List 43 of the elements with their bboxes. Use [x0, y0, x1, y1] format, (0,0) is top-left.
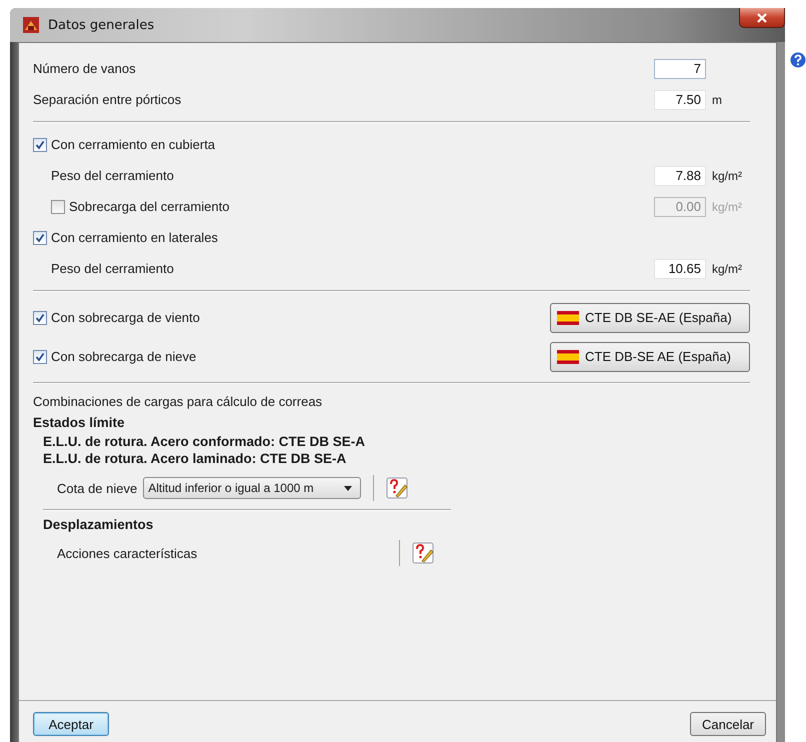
- field-label: Número de vanos: [33, 61, 137, 76]
- window-title: Datos generales: [48, 18, 154, 32]
- unit-label: kg/m²: [711, 262, 743, 276]
- edit-icon[interactable]: [412, 542, 434, 564]
- checkbox[interactable]: [33, 350, 47, 364]
- combination-line: E.L.U. de rotura. Acero conformado: CTE DB SE-A: [42, 433, 366, 450]
- field-label: Separación entre pórticos: [33, 92, 182, 107]
- number-field[interactable]: 7.88: [654, 166, 706, 186]
- unit-label: kg/m²: [711, 200, 743, 214]
- select-label: Cota de nieve: [57, 480, 138, 496]
- app-icon: [22, 16, 40, 34]
- flag-icon: [557, 310, 579, 324]
- section-heading: Estados límite: [33, 415, 126, 430]
- number-field[interactable]: 7.50: [654, 90, 706, 110]
- combination-line: E.L.U. de rotura. Acero laminado: CTE DB SE-A: [42, 450, 348, 467]
- section-caption: Combinaciones de cargas para cálculo de correas: [33, 394, 324, 409]
- checkbox-label: Con cerramiento en cubierta: [51, 137, 216, 152]
- cancel-button[interactable]: Cancelar: [690, 712, 766, 736]
- checkbox[interactable]: [33, 138, 47, 152]
- item-label: Acciones características: [57, 546, 198, 560]
- close-button[interactable]: [739, 8, 785, 28]
- caret-icon: [344, 486, 352, 490]
- altitude-dropdown[interactable]: Altitud inferior o igual a 1000 m: [143, 477, 362, 499]
- standard-button[interactable]: CTE DB-SE AE (España): [550, 342, 750, 372]
- help-icon[interactable]: [790, 52, 806, 68]
- number-field[interactable]: 10.65: [654, 258, 706, 278]
- close-icon: [756, 12, 768, 22]
- number-field[interactable]: 7: [654, 58, 706, 78]
- checkbox-label: Con cerramiento en laterales: [51, 230, 219, 245]
- checkbox-label: Sobrecarga del cerramiento: [69, 199, 230, 214]
- checkbox[interactable]: [33, 230, 47, 244]
- flag-icon: [557, 350, 579, 364]
- unit-label: m: [711, 92, 723, 106]
- accept-button[interactable]: Aceptar: [33, 712, 109, 736]
- field-label: Peso del cerramiento: [51, 261, 175, 276]
- edit-icon[interactable]: [386, 477, 408, 499]
- checkbox-label: Con sobrecarga de viento: [51, 310, 201, 325]
- checkbox[interactable]: [33, 310, 47, 324]
- field-label: Peso del cerramiento: [51, 168, 175, 183]
- standard-button[interactable]: CTE DB SE-AE (España): [550, 302, 750, 332]
- section-heading: Desplazamientos: [42, 517, 154, 532]
- unit-label: kg/m²: [711, 168, 743, 182]
- checkbox-label: Con sobrecarga de nieve: [51, 349, 198, 364]
